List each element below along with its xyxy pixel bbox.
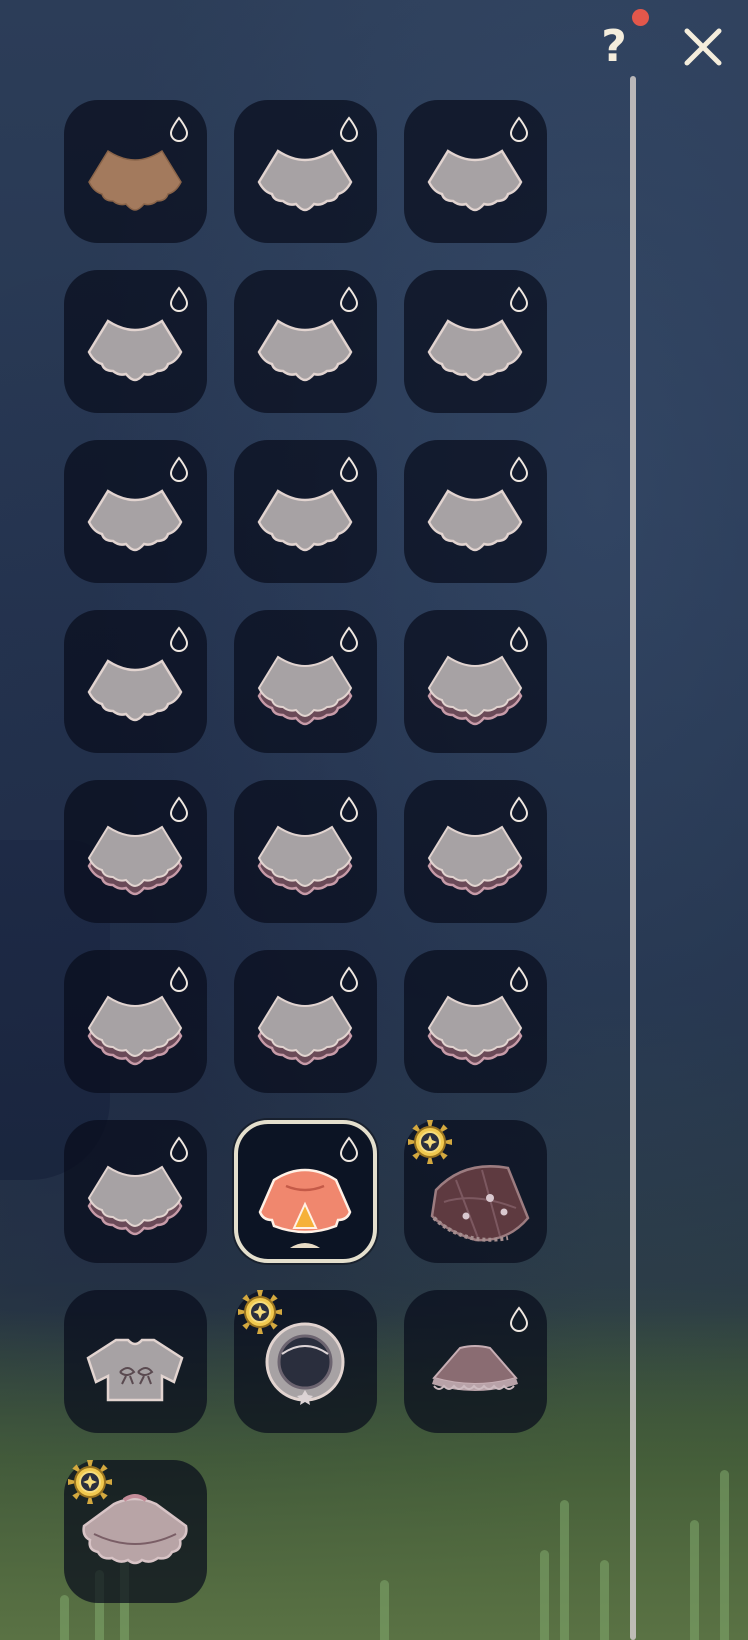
outfit-item-cape-9[interactable] bbox=[404, 440, 547, 583]
droplet-icon bbox=[169, 796, 189, 822]
droplet-icon bbox=[339, 286, 359, 312]
droplet-icon bbox=[509, 1306, 529, 1332]
droplet-icon bbox=[509, 966, 529, 992]
droplet-icon bbox=[339, 456, 359, 482]
notification-dot bbox=[632, 9, 649, 26]
droplet-icon bbox=[169, 1136, 189, 1162]
outfit-item-cape-2[interactable] bbox=[234, 100, 377, 243]
droplet-icon bbox=[509, 796, 529, 822]
outfit-item-cape-8[interactable] bbox=[234, 440, 377, 583]
outfit-item-cape-15[interactable] bbox=[404, 780, 547, 923]
help-button[interactable]: ? bbox=[590, 20, 638, 72]
droplet-icon bbox=[169, 966, 189, 992]
outfit-item-cape-5[interactable] bbox=[234, 270, 377, 413]
droplet-icon bbox=[339, 966, 359, 992]
outfit-item-cape-20[interactable] bbox=[234, 1120, 377, 1263]
outfit-item-cape-18[interactable] bbox=[404, 950, 547, 1093]
outfit-item-cape-19[interactable] bbox=[64, 1120, 207, 1263]
gold-sun-icon bbox=[238, 1290, 282, 1334]
outfit-item-cape-21[interactable] bbox=[404, 1120, 547, 1263]
outfit-item-cape-4[interactable] bbox=[64, 270, 207, 413]
droplet-icon bbox=[169, 286, 189, 312]
droplet-icon bbox=[339, 116, 359, 142]
outfit-item-cape-11[interactable] bbox=[234, 610, 377, 753]
outfit-item-cape-23[interactable] bbox=[234, 1290, 377, 1433]
outfit-item-cape-3[interactable] bbox=[404, 100, 547, 243]
outfit-item-cape-7[interactable] bbox=[64, 440, 207, 583]
outfit-item-cape-25[interactable] bbox=[64, 1460, 207, 1603]
droplet-icon bbox=[169, 626, 189, 652]
outfit-item-cape-17[interactable] bbox=[234, 950, 377, 1093]
gold-sun-icon bbox=[68, 1460, 112, 1504]
droplet-icon bbox=[509, 286, 529, 312]
scrollbar[interactable] bbox=[630, 76, 636, 1640]
gold-sun-icon bbox=[408, 1120, 452, 1164]
close-icon bbox=[684, 28, 722, 66]
droplet-icon bbox=[339, 1136, 359, 1162]
droplet-icon bbox=[339, 796, 359, 822]
outfit-grid bbox=[64, 100, 547, 1603]
cape-icon bbox=[86, 1338, 184, 1402]
outfit-item-cape-13[interactable] bbox=[64, 780, 207, 923]
close-button[interactable] bbox=[678, 22, 728, 72]
outfit-item-cape-24[interactable] bbox=[404, 1290, 547, 1433]
outfit-item-cape-6[interactable] bbox=[404, 270, 547, 413]
droplet-icon bbox=[169, 456, 189, 482]
droplet-icon bbox=[509, 626, 529, 652]
outfit-item-cape-22[interactable] bbox=[64, 1290, 207, 1433]
droplet-icon bbox=[339, 626, 359, 652]
outfit-item-cape-14[interactable] bbox=[234, 780, 377, 923]
droplet-icon bbox=[509, 116, 529, 142]
droplet-icon bbox=[509, 456, 529, 482]
outfit-item-cape-16[interactable] bbox=[64, 950, 207, 1093]
outfit-item-cape-1[interactable] bbox=[64, 100, 207, 243]
outfit-item-cape-12[interactable] bbox=[404, 610, 547, 753]
droplet-icon bbox=[169, 116, 189, 142]
outfit-item-cape-10[interactable] bbox=[64, 610, 207, 753]
